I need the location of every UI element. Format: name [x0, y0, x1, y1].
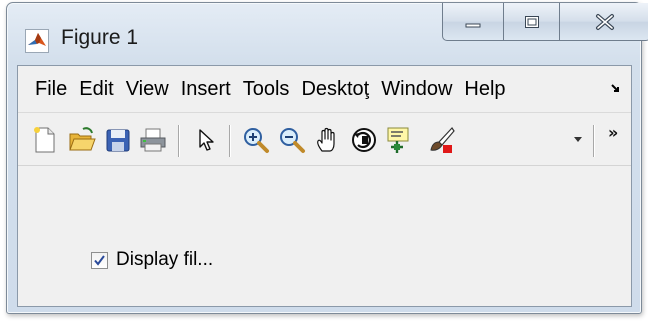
edit-plot-cursor-icon[interactable] [192, 125, 222, 155]
brush-dropdown-arrow-icon[interactable] [574, 137, 582, 142]
figure-window: Figure 1 File Edit View Insert Tools Des… [6, 2, 648, 314]
display-checkbox[interactable] [91, 251, 108, 269]
window-title: Figure 1 [61, 26, 139, 49]
display-checkbox-label: Display fil... [116, 249, 214, 270]
toolbar-separator [178, 125, 180, 157]
new-figure-icon[interactable] [30, 125, 60, 155]
checkmark-icon [94, 254, 105, 266]
figure-canvas: Display fil... [18, 166, 631, 306]
maximize-icon [524, 15, 539, 28]
toolbar-separator [229, 125, 231, 157]
display-checkbox-row[interactable]: Display fil... [91, 249, 213, 271]
menu-window[interactable]: Window [375, 78, 458, 101]
menu-help[interactable]: Help [458, 78, 511, 101]
zoom-out-icon[interactable] [277, 125, 307, 155]
menu-overflow-icon[interactable] [609, 80, 625, 96]
menu-edit[interactable]: Edit [73, 78, 119, 101]
open-file-icon[interactable] [67, 125, 97, 155]
maximize-button[interactable] [504, 3, 560, 41]
caption-buttons [442, 3, 648, 41]
minimize-icon [465, 23, 481, 27]
zoom-in-icon[interactable] [241, 125, 271, 155]
minimize-button[interactable] [442, 3, 504, 41]
rotate-3d-icon[interactable] [349, 125, 379, 155]
menu-bar: File Edit View Insert Tools Desktoţ Wind… [18, 66, 631, 113]
matlab-logo-icon [25, 29, 49, 53]
menu-desktop[interactable]: Desktoţ [295, 78, 375, 101]
menu-insert[interactable]: Insert [175, 78, 237, 101]
menu-view[interactable]: View [120, 78, 175, 101]
brush-icon[interactable] [426, 125, 456, 155]
pan-hand-icon[interactable] [313, 125, 343, 155]
menu-file[interactable]: File [18, 78, 73, 101]
toolbar-overflow-button[interactable]: » [608, 123, 618, 142]
title-bar[interactable]: Figure 1 [7, 3, 648, 65]
menu-tools[interactable]: Tools [237, 78, 296, 101]
save-figure-icon[interactable] [103, 125, 133, 155]
print-figure-icon[interactable] [138, 125, 168, 155]
figure-client-area: File Edit View Insert Tools Desktoţ Wind… [17, 65, 632, 307]
close-button[interactable] [560, 3, 648, 41]
data-cursor-icon[interactable] [385, 125, 415, 155]
toolbar: » [18, 113, 631, 166]
close-icon [596, 13, 614, 30]
toolbar-separator [593, 125, 595, 157]
